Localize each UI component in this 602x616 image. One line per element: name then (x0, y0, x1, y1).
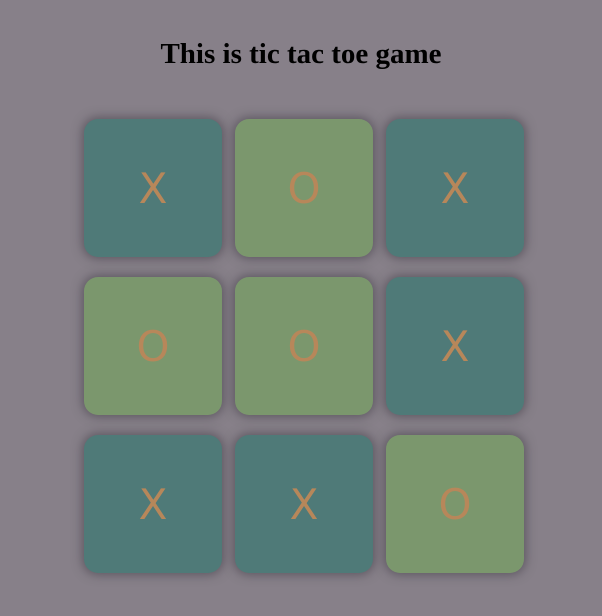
cell-mark: O (136, 321, 170, 371)
board-cell[interactable]: X (235, 435, 373, 573)
board-cell[interactable]: O (235, 277, 373, 415)
board-cell[interactable]: X (84, 119, 222, 257)
board-cell[interactable]: X (386, 277, 524, 415)
board-cell[interactable]: O (386, 435, 524, 573)
cell-mark: O (438, 479, 472, 529)
cell-mark: O (287, 321, 321, 371)
cell-mark: O (287, 163, 321, 213)
game-board: X O X O O X X X O (84, 119, 524, 573)
cell-mark: X (138, 163, 168, 213)
cell-mark: X (289, 479, 319, 529)
cell-mark: X (138, 479, 168, 529)
cell-mark: X (440, 321, 470, 371)
cell-mark: X (440, 163, 470, 213)
board-cell[interactable]: X (84, 435, 222, 573)
board-cell[interactable]: O (235, 119, 373, 257)
board-cell[interactable]: O (84, 277, 222, 415)
board-cell[interactable]: X (386, 119, 524, 257)
page-title: This is tic tac toe game (160, 38, 442, 70)
